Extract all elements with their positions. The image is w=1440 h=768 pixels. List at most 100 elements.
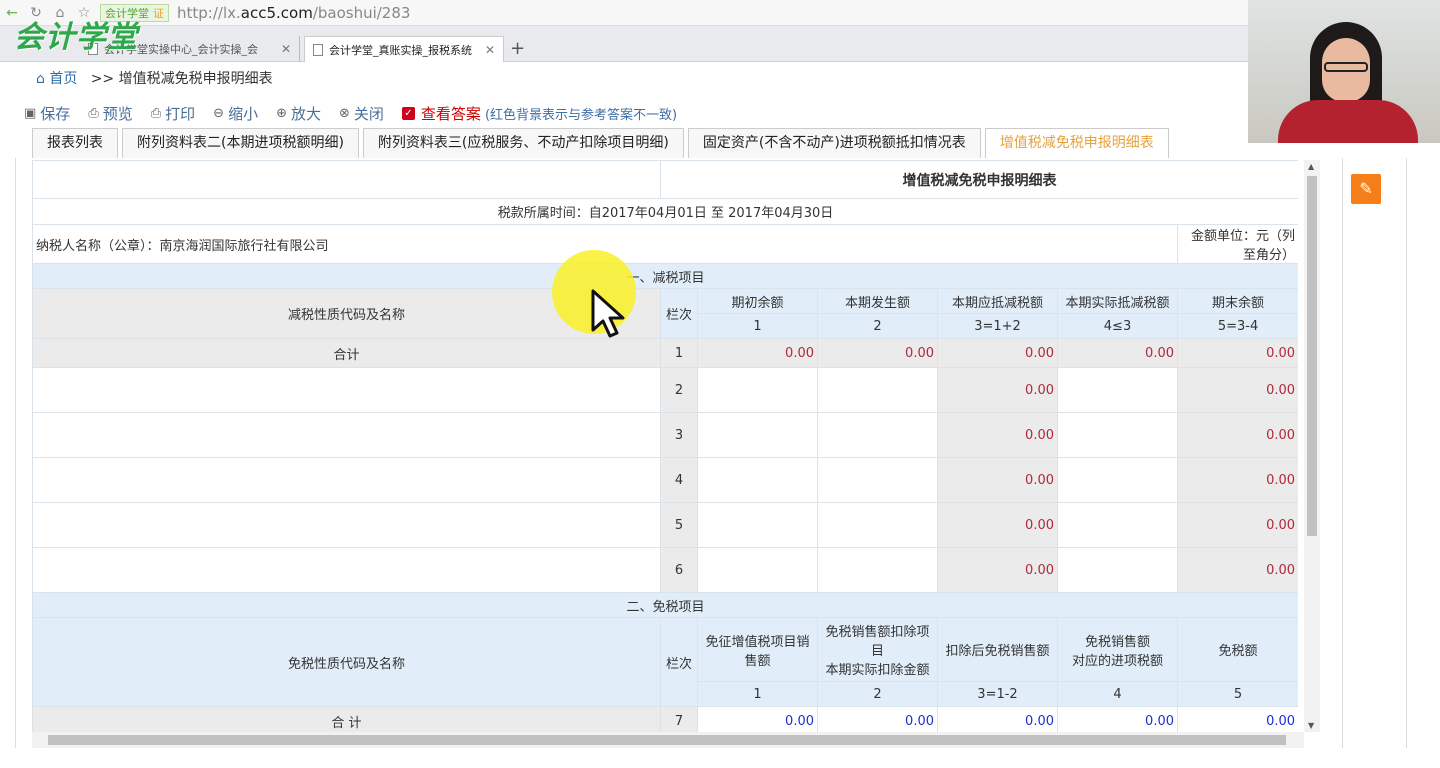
side-panel (1342, 158, 1392, 748)
cell-value: 0.00 (937, 502, 1058, 548)
col-line: 栏次 (660, 617, 698, 707)
col-num: 1 (697, 681, 818, 707)
line-number: 4 (660, 457, 698, 503)
current-input[interactable] (817, 547, 938, 593)
opening-input[interactable] (697, 412, 818, 458)
scroll-thumb[interactable] (1307, 176, 1317, 536)
col-deduction-line2: 本期实际扣除金额 (825, 663, 930, 678)
actual-input[interactable] (1057, 412, 1178, 458)
table-row: 3 0.00 0.00 (32, 412, 1298, 458)
actual-input[interactable] (1057, 547, 1178, 593)
webcam-overlay (1248, 0, 1440, 143)
cell-value: 0.00 (1176, 338, 1298, 368)
scroll-down-icon[interactable]: ▼ (1308, 721, 1314, 730)
tab-schedule-2[interactable]: 附列资料表二(本期进项税额明细) (122, 128, 359, 158)
zoom-out-label: 缩小 (228, 105, 259, 123)
line-number: 7 (660, 706, 698, 732)
actual-input[interactable] (1057, 367, 1178, 413)
close-label: 关闭 (353, 105, 384, 123)
print-button[interactable]: ⎙ 打印 (151, 103, 195, 124)
line-number: 3 (660, 412, 698, 458)
name-input[interactable] (32, 502, 661, 548)
col-opening: 期初余额 (697, 288, 818, 314)
actual-input[interactable] (1057, 457, 1178, 503)
col-num: 2 (817, 313, 938, 339)
breadcrumb-home[interactable]: ⌂ 首页 (36, 71, 77, 87)
view-answer-toggle[interactable]: ✓ 查看答案 (红色背景表示与参考答案不一致) (401, 103, 678, 124)
browser-tab-2[interactable]: 会计学堂_真账实操_报税系统 ✕ (304, 36, 504, 62)
cell-value: 0.00 (937, 706, 1058, 732)
name-input[interactable] (32, 457, 661, 503)
table-row: 6 0.00 0.00 (32, 547, 1298, 593)
col-after-deduction: 扣除后免税销售额 (937, 617, 1058, 682)
answer-label: 查看答案 (420, 105, 481, 123)
name-input[interactable] (32, 547, 661, 593)
cell-value: 0.00 (1057, 706, 1178, 732)
url-path: /baoshui/283 (312, 3, 411, 22)
tax-sheet: 增值税减免税申报明细表 税款所属时间：自2017年04月01日 至 2017年0… (32, 160, 1298, 732)
scroll-thumb[interactable] (48, 735, 1286, 745)
section-exemption: 二、免税项目 (32, 592, 1298, 618)
tab-fixed-assets[interactable]: 固定资产(不含不动产)进项税额抵扣情况表 (687, 128, 981, 158)
cell-value: 0.00 (817, 338, 938, 368)
current-input[interactable] (817, 367, 938, 413)
checkbox-checked-icon[interactable]: ✓ (401, 107, 415, 120)
breadcrumb: ⌂ 首页 >> 增值税减免税申报明细表 (36, 68, 273, 88)
zoom-in-button[interactable]: ⊕ 放大 (276, 103, 321, 124)
tab-report-list[interactable]: 报表列表 (32, 128, 118, 158)
answer-note: (红色背景表示与参考答案不一致) (484, 108, 678, 123)
new-tab-icon[interactable]: + (510, 38, 525, 59)
opening-input[interactable] (697, 502, 818, 548)
browser-tabbar: 会计学堂实操中心_会计实操_会 ✕ 会计学堂_真账实操_报税系统 ✕ + (0, 26, 1248, 62)
cell-value: 0.00 (937, 338, 1058, 368)
name-input[interactable] (32, 412, 661, 458)
total-label: 合 计 (32, 706, 661, 732)
close-icon[interactable]: ✕ (485, 43, 495, 57)
home-label: 首页 (49, 71, 78, 87)
opening-input[interactable] (697, 547, 818, 593)
current-input[interactable] (817, 457, 938, 503)
vertical-scrollbar[interactable]: ▲ ▼ (1304, 160, 1320, 732)
preview-button[interactable]: ⎙ 预览 (88, 103, 132, 124)
opening-input[interactable] (697, 367, 818, 413)
col-input-tax-line2: 对应的进项税额 (1071, 653, 1163, 669)
opening-input[interactable] (697, 457, 818, 503)
cell-value: 0.00 (937, 457, 1058, 503)
table-row: 5 0.00 0.00 (32, 502, 1298, 548)
col-line: 栏次 (660, 288, 698, 339)
table-row: 合计 1 0.00 0.00 0.00 0.00 0.00 (32, 338, 1298, 368)
close-icon[interactable]: ✕ (281, 42, 291, 56)
cell-value: 0.00 (937, 547, 1058, 593)
close-button[interactable]: ⊗ 关闭 (339, 103, 384, 124)
brush-icon[interactable]: ✎ (1351, 174, 1381, 204)
print-label: 打印 (165, 105, 196, 123)
current-input[interactable] (817, 412, 938, 458)
col-actual-deducted: 本期实际抵减税额 (1057, 288, 1178, 314)
save-button[interactable]: ▣ 保存 (24, 103, 70, 124)
col-deductible: 本期应抵减税额 (937, 288, 1058, 314)
breadcrumb-current: >> 增值税减免税申报明细表 (90, 71, 273, 87)
horizontal-scrollbar[interactable] (32, 732, 1304, 748)
cert-label: 证 (153, 6, 164, 20)
preview-label: 预览 (102, 105, 133, 123)
name-input[interactable] (32, 367, 661, 413)
tab-reduction-exemption[interactable]: 增值税减免税申报明细表 (984, 128, 1169, 158)
col-num: 5 (1176, 681, 1298, 707)
cell-value: 0.00 (1176, 367, 1298, 413)
actual-input[interactable] (1057, 502, 1178, 548)
printer-icon: ⎙ (88, 106, 99, 121)
table-row: 合 计 7 0.00 0.00 0.00 0.00 0.00 (32, 706, 1298, 732)
col-deduction-line1: 免税销售额扣除项目 (825, 625, 930, 659)
table-row: 4 0.00 0.00 (32, 457, 1298, 503)
printer-icon: ⎙ (150, 106, 162, 121)
toolbar: ▣ 保存 ⎙ 预览 ⎙ 打印 ⊖ 缩小 ⊕ 放大 ⊗ 关闭 ✓ 查看答案 (红色背景表示与参考答… (24, 103, 677, 124)
line-number: 6 (660, 547, 698, 593)
url-field[interactable]: http://lx.acc5.com/baoshui/283 (177, 4, 410, 22)
zoom-out-button[interactable]: ⊖ 缩小 (213, 103, 258, 124)
scroll-up-icon[interactable]: ▲ (1308, 162, 1314, 171)
col-exempt-sales: 免征增值税项目销售额 (697, 617, 818, 682)
col-num: 2 (817, 681, 938, 707)
tab-schedule-3[interactable]: 附列资料表三(应税服务、不动产扣除项目明细) (362, 128, 684, 158)
col-num: 4 (1057, 681, 1178, 707)
current-input[interactable] (817, 502, 938, 548)
